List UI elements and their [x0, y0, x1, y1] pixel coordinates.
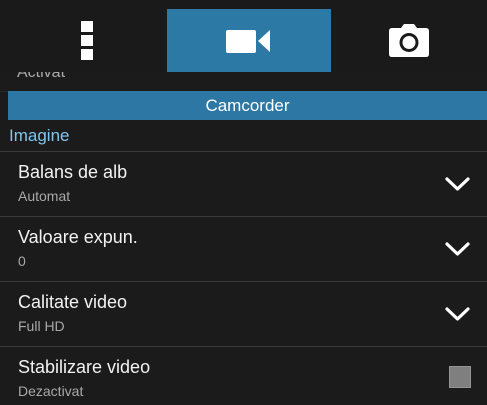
setting-white-balance[interactable]: Balans de alb Automat [0, 152, 487, 217]
setting-exposure-value[interactable]: Valoare expun. 0 [0, 217, 487, 282]
video-camera-icon [226, 29, 270, 53]
setting-value: 0 [18, 253, 26, 269]
setting-title: Stabilizare video [18, 357, 151, 377]
setting-value: Full HD [18, 318, 65, 334]
setting-value: Automat [18, 188, 71, 204]
chevron-down-icon[interactable] [445, 306, 470, 322]
camcorder-settings-screen: Activat Camcorder Imagine Balans de alb … [0, 0, 487, 405]
setting-title: Calitate video [18, 292, 128, 312]
setting-title: Valoare expun. [18, 227, 138, 247]
category-label: Imagine [9, 126, 70, 145]
setting-value: Dezactivat [18, 383, 84, 399]
section-header-camcorder: Camcorder [8, 91, 487, 120]
section-title: Camcorder [205, 95, 290, 115]
previous-setting-value: Activat [17, 72, 66, 81]
setting-video-quality[interactable]: Calitate video Full HD [0, 282, 487, 347]
previous-setting-row[interactable]: Activat [0, 72, 487, 92]
settings-tab-bar [0, 0, 487, 72]
category-image: Imagine [0, 121, 487, 152]
setting-video-stabilization[interactable]: Stabilizare video Dezactivat [0, 347, 487, 405]
stabilization-checkbox[interactable] [449, 366, 471, 388]
tab-video-settings[interactable] [167, 9, 331, 72]
tab-more-settings[interactable] [8, 9, 167, 72]
setting-title: Balans de alb [18, 162, 128, 182]
more-vertical-icon [80, 20, 93, 60]
tab-camera-settings[interactable] [331, 9, 487, 72]
chevron-down-icon[interactable] [445, 241, 470, 257]
camera-icon [389, 23, 429, 57]
chevron-down-icon[interactable] [445, 176, 470, 192]
